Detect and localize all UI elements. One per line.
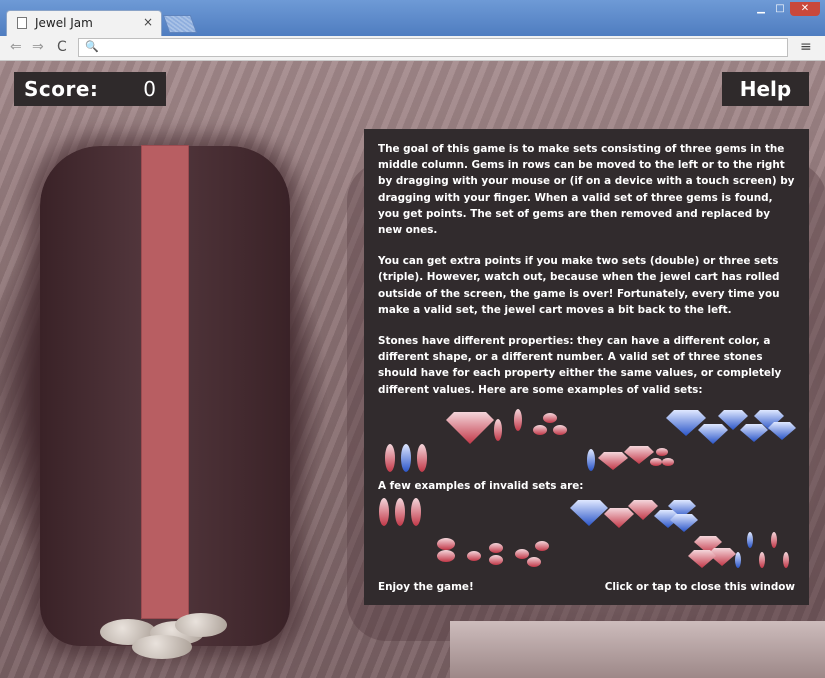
oval-gem-blue <box>747 532 753 549</box>
help-invalid-intro: A few examples of invalid sets are: <box>378 479 584 492</box>
maximize-icon[interactable]: □ <box>771 2 789 16</box>
diamond-gem-blue <box>670 514 698 533</box>
browser-toolbar: ⇐ ⇒ C 🔍 ≡ <box>0 36 825 61</box>
help-button[interactable]: Help <box>722 72 809 106</box>
middle-column[interactable] <box>141 145 189 619</box>
round-gem-red <box>467 551 481 562</box>
game-canvas[interactable]: Score: 0 Help The goal of this game is t… <box>0 61 825 678</box>
help-paragraph-rules: Stones have different properties: they c… <box>378 335 782 396</box>
help-close-hint[interactable]: Click or tap to close this window <box>605 579 795 595</box>
oval-gem-red <box>417 443 427 472</box>
diamond-gem-red <box>624 445 654 464</box>
oval-gem-blue <box>401 443 411 472</box>
round-gem-red <box>533 424 547 435</box>
diamond-gem-red <box>688 550 716 569</box>
help-label: Help <box>739 77 792 101</box>
round-gem-red <box>437 538 455 551</box>
stone-pile <box>175 613 227 637</box>
help-dialog[interactable]: The goal of this game is to make sets co… <box>364 129 809 605</box>
round-gem-red <box>656 447 668 456</box>
oval-gem-red <box>385 443 395 472</box>
invalid-gems-illustration <box>379 498 789 569</box>
diamond-gem-red <box>604 508 634 529</box>
round-gem-red <box>489 543 503 554</box>
diamond-gem-blue <box>740 423 768 442</box>
round-gem-red <box>489 555 503 566</box>
menu-icon[interactable]: ≡ <box>800 39 812 55</box>
oval-gem-blue <box>735 552 741 569</box>
oval-gem-red <box>411 498 421 527</box>
address-input[interactable] <box>101 40 785 57</box>
oval-gem-red <box>494 418 502 441</box>
stone-ledge <box>450 621 825 678</box>
invalid-sets-examples <box>378 496 795 574</box>
oval-gem-red <box>783 552 789 569</box>
diamond-gem-blue <box>768 421 796 440</box>
round-gem-red <box>662 457 674 466</box>
tab-title: Jewel Jam <box>35 16 93 30</box>
oval-gem-red <box>514 408 522 431</box>
forward-icon[interactable]: ⇒ <box>32 39 44 55</box>
address-bar[interactable]: 🔍 <box>78 38 788 57</box>
oval-gem-red <box>395 498 405 527</box>
close-window-icon[interactable]: ✕ <box>790 2 820 16</box>
round-gem-red <box>515 549 529 560</box>
oval-gem-red <box>379 498 389 527</box>
oval-gem-red <box>759 552 765 569</box>
diamond-gem-red <box>628 500 658 521</box>
new-tab-button[interactable] <box>162 15 198 33</box>
oval-gem-red <box>771 532 777 549</box>
back-icon[interactable]: ⇐ <box>10 39 22 55</box>
diamond-gem-red <box>598 451 628 470</box>
diamond-gem-red <box>446 411 494 444</box>
minimize-icon[interactable]: ▁ <box>752 2 770 16</box>
tab-jewel-jam[interactable]: Jewel Jam × <box>6 10 162 36</box>
round-gem-red <box>553 424 567 435</box>
valid-gems-illustration <box>385 408 796 472</box>
help-paragraph-goal: The goal of this game is to make sets co… <box>378 143 795 237</box>
reload-icon[interactable]: C <box>57 39 67 55</box>
round-gem-red <box>437 550 455 563</box>
round-gem-red <box>527 557 541 568</box>
oval-gem-blue <box>587 448 595 471</box>
help-enjoy-text: Enjoy the game! <box>378 580 474 593</box>
page-icon <box>17 17 27 29</box>
search-icon: 🔍 <box>85 40 99 53</box>
tab-close-icon[interactable]: × <box>143 15 153 29</box>
diamond-gem-blue <box>666 409 706 436</box>
browser-window: Jewel Jam × ▁ □ ✕ ⇐ ⇒ C 🔍 ≡ Score: 0 Hel… <box>0 0 825 678</box>
round-gem-red <box>543 412 557 423</box>
help-paragraph-bonus: You can get extra points if you make two… <box>378 255 780 316</box>
stone-pile <box>132 635 192 659</box>
score-value: 0 <box>143 77 156 101</box>
title-bar: Jewel Jam × ▁ □ ✕ <box>0 0 825 36</box>
round-gem-red <box>535 541 549 552</box>
score-panel: Score: 0 <box>14 72 166 106</box>
score-label: Score: <box>24 77 99 101</box>
diamond-gem-blue <box>698 423 728 444</box>
valid-sets-examples <box>378 400 796 478</box>
diamond-gem-blue <box>570 500 608 527</box>
round-gem-red <box>650 457 662 466</box>
